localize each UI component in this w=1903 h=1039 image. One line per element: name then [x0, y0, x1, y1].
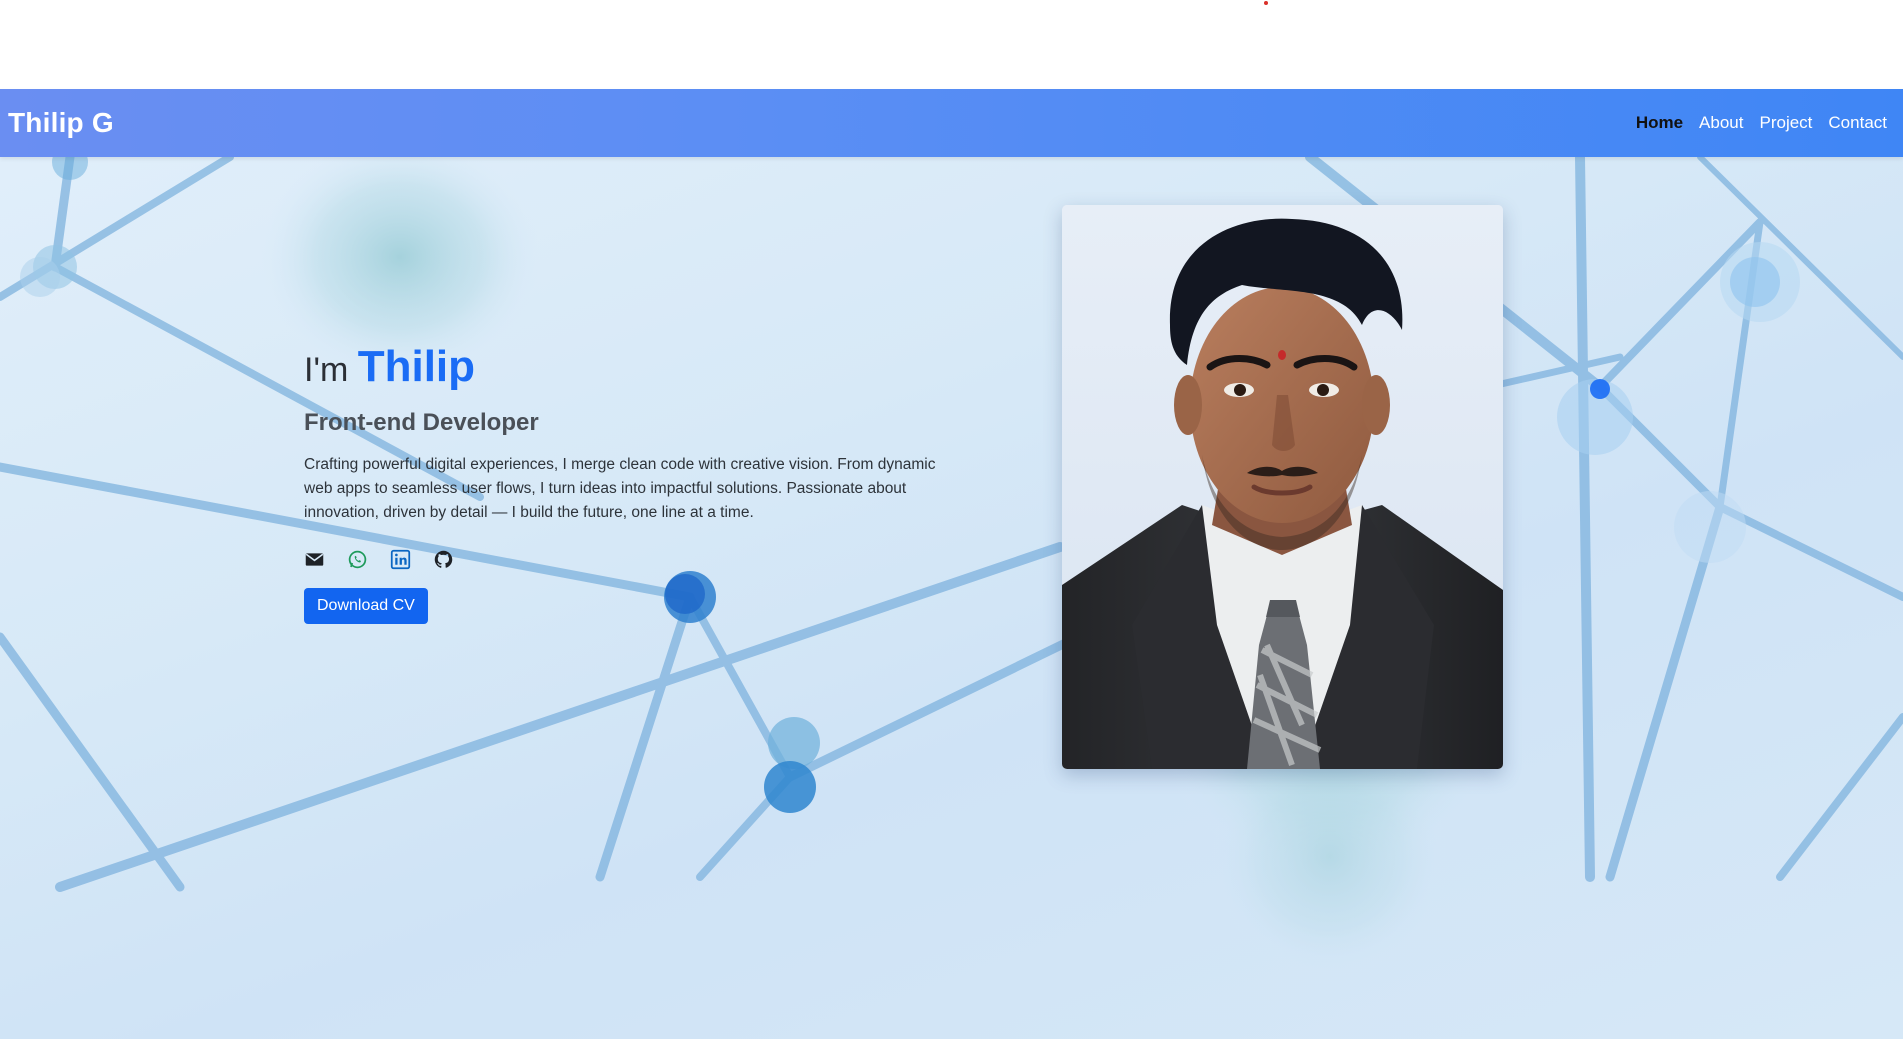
envelope-icon[interactable]: [304, 549, 325, 570]
nav-link-project[interactable]: Project: [1759, 113, 1812, 133]
greeting-prefix: I'm: [304, 351, 349, 389]
profile-photo: [1062, 205, 1503, 769]
navbar: Thilip G Home About Project Contact: [0, 89, 1903, 157]
intro-block: I'm Thilip Front-end Developer Crafting …: [304, 345, 954, 624]
nav-links: Home About Project Contact: [1636, 113, 1887, 133]
hero-heading: I'm Thilip: [304, 345, 954, 389]
brand-logo[interactable]: Thilip G: [8, 107, 114, 139]
hero-name: Thilip: [357, 342, 476, 391]
hero-bio: Crafting powerful digital experiences, I…: [304, 456, 936, 521]
hero-section: I'm Thilip Front-end Developer Crafting …: [0, 157, 1903, 1039]
hero-role: Front-end Developer: [304, 409, 539, 436]
top-blank-area: [0, 0, 1903, 89]
red-dot: [1264, 1, 1268, 5]
whatsapp-icon[interactable]: [347, 549, 368, 570]
download-cv-button[interactable]: Download CV: [304, 588, 428, 624]
github-icon[interactable]: [433, 549, 454, 570]
nav-link-contact[interactable]: Contact: [1828, 113, 1887, 133]
linkedin-icon[interactable]: [390, 549, 411, 570]
nav-link-home[interactable]: Home: [1636, 113, 1683, 133]
social-links: [304, 549, 954, 570]
nav-link-about[interactable]: About: [1699, 113, 1743, 133]
